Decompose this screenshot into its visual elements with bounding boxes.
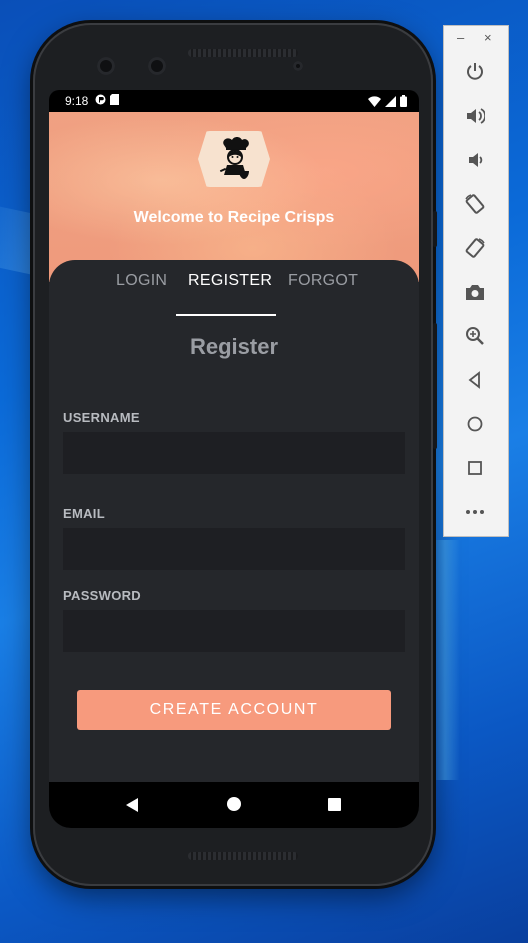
tab-login[interactable]: LOGIN xyxy=(116,272,167,290)
volume-down-icon[interactable] xyxy=(462,147,488,173)
top-speaker xyxy=(188,49,298,57)
overview-icon[interactable] xyxy=(462,455,488,481)
auth-card: LOGIN REGISTER FORGOT Register USERNAME … xyxy=(49,260,419,790)
create-account-button[interactable]: CREATE ACCOUNT xyxy=(77,690,391,730)
phone-power-key xyxy=(433,211,437,247)
front-camera xyxy=(148,57,166,75)
wifi-icon xyxy=(368,95,381,110)
emulator-toolbar: – × xyxy=(443,25,509,537)
welcome-heading: Welcome to Recipe Crisps xyxy=(133,209,335,226)
phone-volume-key xyxy=(433,323,437,449)
zoom-icon[interactable] xyxy=(462,323,488,349)
status-time: 9:18 xyxy=(65,94,89,108)
active-tab-indicator xyxy=(176,314,276,316)
chef-icon xyxy=(219,137,249,179)
power-icon[interactable] xyxy=(462,58,488,84)
proximity-sensor xyxy=(293,61,303,71)
sd-card-icon xyxy=(110,94,119,108)
app-logo xyxy=(198,131,270,187)
close-button[interactable]: × xyxy=(484,30,492,45)
volume-up-icon[interactable] xyxy=(462,103,488,129)
username-field[interactable] xyxy=(63,432,405,474)
password-field[interactable] xyxy=(63,610,405,652)
status-bar: 9:18 xyxy=(49,90,419,112)
phone-screen: 9:18 Welcome to Recipe Crisps LOGIN REGI… xyxy=(49,90,419,828)
form-title: Register xyxy=(189,334,279,359)
bottom-speaker xyxy=(188,852,298,860)
email-label: EMAIL xyxy=(63,506,105,521)
home-icon[interactable] xyxy=(462,411,488,437)
username-label: USERNAME xyxy=(63,410,140,425)
auth-tabs: LOGIN REGISTER FORGOT xyxy=(49,272,419,316)
camera-icon[interactable] xyxy=(462,279,488,305)
password-label: PASSWORD xyxy=(63,588,141,603)
notification-icon xyxy=(95,94,106,108)
nav-recents-icon[interactable] xyxy=(328,798,341,811)
battery-icon xyxy=(400,95,407,110)
nav-home-icon[interactable] xyxy=(227,797,241,811)
signal-icon xyxy=(385,95,396,110)
back-icon[interactable] xyxy=(462,367,488,393)
rotate-left-icon[interactable] xyxy=(462,191,488,217)
tab-forgot[interactable]: FORGOT xyxy=(288,272,358,290)
rotate-right-icon[interactable] xyxy=(462,235,488,261)
more-icon[interactable] xyxy=(462,499,488,525)
hero-banner: Welcome to Recipe Crisps xyxy=(49,112,419,282)
email-field[interactable] xyxy=(63,528,405,570)
android-nav-bar xyxy=(49,782,419,828)
minimize-button[interactable]: – xyxy=(457,30,464,45)
tab-register[interactable]: REGISTER xyxy=(188,272,272,290)
desktop-light-streak xyxy=(430,540,460,780)
nav-back-icon[interactable] xyxy=(126,798,138,812)
phone-frame: 9:18 Welcome to Recipe Crisps LOGIN REGI… xyxy=(33,23,437,886)
front-camera xyxy=(97,57,115,75)
